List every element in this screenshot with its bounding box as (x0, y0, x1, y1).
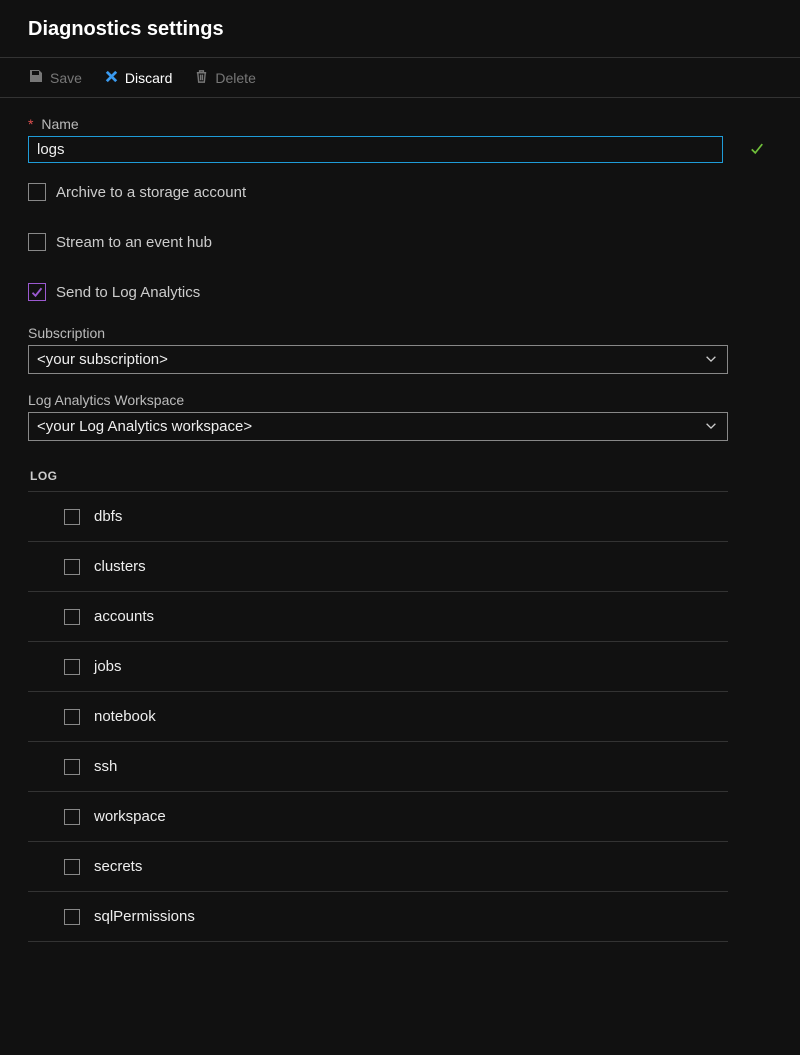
log-checkbox[interactable] (64, 559, 80, 575)
name-label: Name (41, 116, 78, 132)
log-row[interactable]: workspace (28, 792, 728, 842)
log-row-label: accounts (94, 608, 154, 625)
log-section-heading: LOG (30, 469, 772, 483)
workspace-select-wrap: <your Log Analytics workspace> (28, 412, 728, 441)
log-row[interactable]: secrets (28, 842, 728, 892)
log-row-label: ssh (94, 758, 117, 775)
log-row-label: jobs (94, 658, 122, 675)
log-row-label: notebook (94, 708, 156, 725)
name-label-row: * Name (28, 116, 772, 132)
required-star-icon: * (28, 116, 33, 132)
log-checkbox[interactable] (64, 659, 80, 675)
archive-option[interactable]: Archive to a storage account (28, 183, 772, 201)
log-row-label: secrets (94, 858, 142, 875)
name-input-wrap (28, 136, 772, 163)
subscription-label: Subscription (28, 325, 772, 341)
log-row[interactable]: jobs (28, 642, 728, 692)
trash-icon (194, 69, 209, 87)
name-input[interactable] (28, 136, 723, 163)
loganalytics-label: Send to Log Analytics (56, 284, 200, 301)
save-icon (28, 68, 44, 87)
save-button[interactable]: Save (28, 68, 82, 87)
delete-button[interactable]: Delete (194, 69, 255, 87)
toolbar: Save Discard Delete (0, 58, 800, 98)
log-checkbox[interactable] (64, 759, 80, 775)
save-label: Save (50, 70, 82, 86)
log-row[interactable]: notebook (28, 692, 728, 742)
page-header: Diagnostics settings (0, 0, 800, 58)
close-icon (104, 69, 119, 87)
log-row-label: clusters (94, 558, 146, 575)
discard-button[interactable]: Discard (104, 69, 172, 87)
log-checkbox[interactable] (64, 609, 80, 625)
log-checkbox[interactable] (64, 909, 80, 925)
stream-checkbox[interactable] (28, 233, 46, 251)
subscription-select-wrap: <your subscription> (28, 345, 728, 374)
loganalytics-option[interactable]: Send to Log Analytics (28, 283, 772, 301)
content-area: * Name Archive to a storage account Stre… (0, 98, 800, 960)
log-checkbox[interactable] (64, 509, 80, 525)
log-checkbox[interactable] (64, 859, 80, 875)
log-row-label: workspace (94, 808, 166, 825)
log-row[interactable]: accounts (28, 592, 728, 642)
page-title: Diagnostics settings (28, 18, 772, 41)
stream-option[interactable]: Stream to an event hub (28, 233, 772, 251)
log-list: dbfs clusters accounts jobs notebook ssh… (28, 491, 728, 942)
loganalytics-subform: Subscription <your subscription> Log Ana… (28, 325, 772, 441)
log-checkbox[interactable] (64, 809, 80, 825)
archive-checkbox[interactable] (28, 183, 46, 201)
log-checkbox[interactable] (64, 709, 80, 725)
log-row-label: sqlPermissions (94, 908, 195, 925)
subscription-select[interactable]: <your subscription> (28, 345, 728, 374)
workspace-label: Log Analytics Workspace (28, 392, 772, 408)
log-row[interactable]: ssh (28, 742, 728, 792)
log-row[interactable]: clusters (28, 542, 728, 592)
log-row[interactable]: dbfs (28, 491, 728, 542)
archive-label: Archive to a storage account (56, 184, 246, 201)
loganalytics-checkbox[interactable] (28, 283, 46, 301)
log-row[interactable]: sqlPermissions (28, 892, 728, 942)
check-icon (750, 141, 764, 158)
stream-label: Stream to an event hub (56, 234, 212, 251)
workspace-select[interactable]: <your Log Analytics workspace> (28, 412, 728, 441)
log-row-label: dbfs (94, 508, 122, 525)
discard-label: Discard (125, 70, 172, 86)
delete-label: Delete (215, 70, 255, 86)
